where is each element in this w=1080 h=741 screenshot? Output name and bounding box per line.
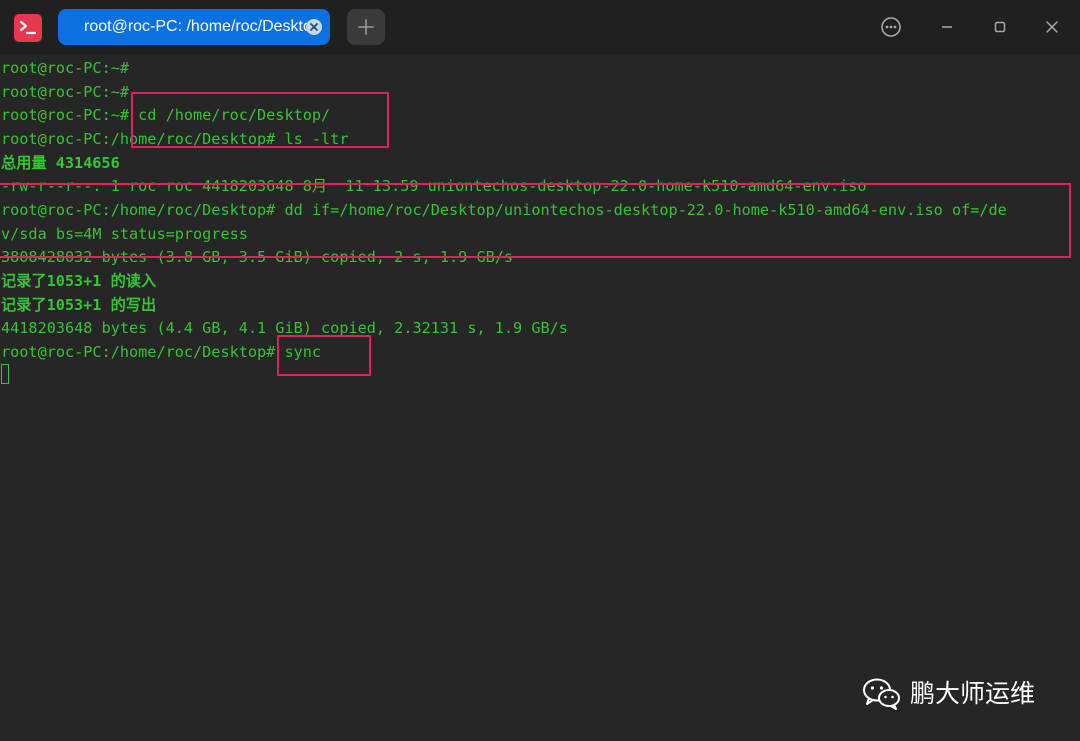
minimize-icon — [942, 26, 952, 28]
terminal-line: root@roc-PC:~# — [1, 59, 130, 77]
terminal-cursor — [1, 364, 9, 384]
terminal-window: root@roc-PC: /home/roc/Desktop root@roc-… — [0, 0, 1080, 741]
close-button[interactable] — [1038, 13, 1066, 41]
maximize-button[interactable] — [986, 13, 1014, 41]
tab-close-icon[interactable] — [306, 19, 322, 35]
terminal-line: root@roc-PC:~# — [1, 83, 130, 101]
title-bar: root@roc-PC: /home/roc/Desktop — [0, 0, 1080, 54]
terminal-line: 记录了1053+1 的读入 — [1, 272, 157, 290]
more-options-icon — [881, 17, 901, 37]
new-tab-button[interactable] — [347, 9, 385, 45]
maximize-icon — [994, 21, 1006, 33]
wechat-icon — [863, 678, 900, 710]
terminal-line: root@roc-PC:/home/roc/Desktop# sync — [1, 343, 322, 361]
terminal-app-icon[interactable] — [14, 14, 42, 42]
tab-title: root@roc-PC: /home/roc/Desktop — [84, 18, 321, 35]
menu-button[interactable] — [877, 13, 905, 41]
minimize-button[interactable] — [933, 13, 961, 41]
terminal-line: 记录了1053+1 的写出 — [1, 296, 157, 314]
tab-terminal-desktop[interactable]: root@roc-PC: /home/roc/Desktop — [58, 9, 330, 45]
highlight-box-dd — [0, 183, 1071, 258]
highlight-box-sync — [277, 335, 371, 376]
watermark-text: 鹏大师运维 — [910, 679, 1036, 708]
terminal-line: 总用量 4314656 — [1, 154, 120, 172]
plus-icon — [358, 19, 374, 35]
terminal-output[interactable]: root@roc-PC:~# root@roc-PC:~# root@roc-P… — [0, 54, 1080, 741]
highlight-box-cd-ls — [131, 92, 389, 148]
close-icon — [1046, 21, 1058, 33]
